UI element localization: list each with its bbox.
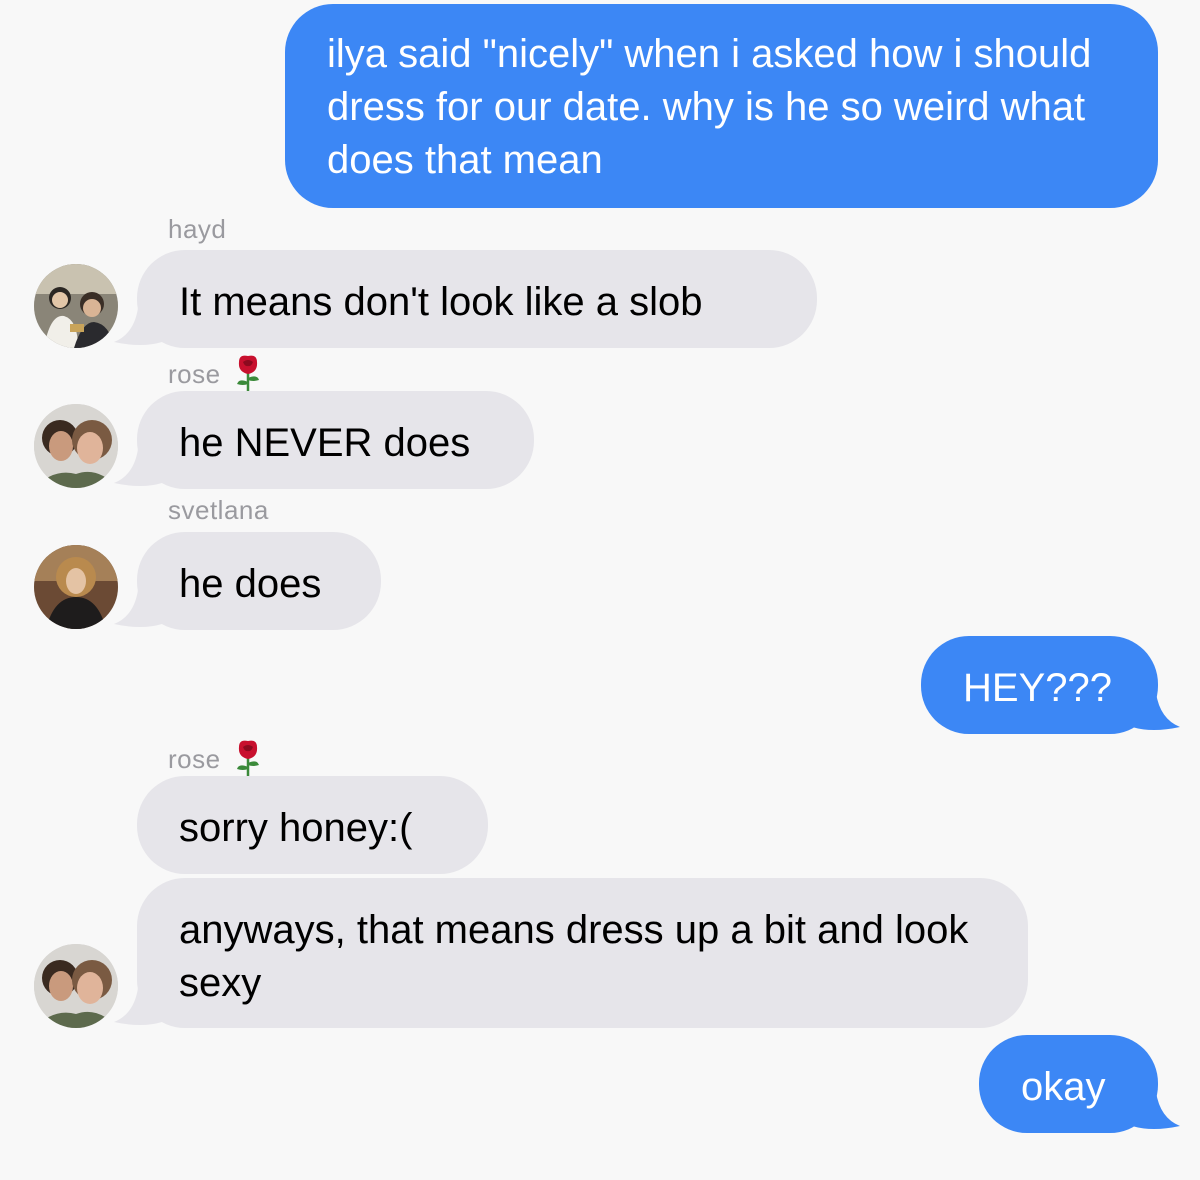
incoming-message[interactable]: he NEVER does <box>137 391 534 489</box>
incoming-bubble-tail <box>114 590 162 627</box>
rose-avatar[interactable] <box>34 944 118 1028</box>
svetlana-avatar[interactable] <box>34 545 118 629</box>
sender-name: rose <box>168 739 265 779</box>
rose-emoji-icon <box>236 355 259 394</box>
incoming-bubble-tail <box>114 449 162 486</box>
sender-name: hayd <box>168 214 227 244</box>
outgoing-message[interactable]: HEY??? <box>921 636 1158 734</box>
incoming-bubble-tail <box>114 988 162 1025</box>
outgoing-message[interactable]: ilya said "nicely" when i asked how i sh… <box>285 4 1158 208</box>
sender-name: svetlana <box>168 495 269 525</box>
rose-emoji-icon <box>236 740 259 779</box>
incoming-message[interactable]: anyways, that means dress up a bit and l… <box>137 878 1028 1028</box>
message-thread: ilya said "nicely" when i asked how i sh… <box>0 0 1200 1180</box>
outgoing-bubble-tail <box>1132 693 1180 730</box>
rose-avatar[interactable] <box>34 404 118 488</box>
incoming-bubble-tail <box>114 308 162 345</box>
outgoing-bubble-tail <box>1132 1092 1180 1129</box>
hayd-avatar[interactable] <box>34 264 118 348</box>
incoming-message[interactable]: sorry honey:( <box>137 776 488 874</box>
sender-name: rose <box>168 354 265 394</box>
incoming-message[interactable]: he does <box>137 532 381 630</box>
incoming-message[interactable]: It means don't look like a slob <box>137 250 817 348</box>
